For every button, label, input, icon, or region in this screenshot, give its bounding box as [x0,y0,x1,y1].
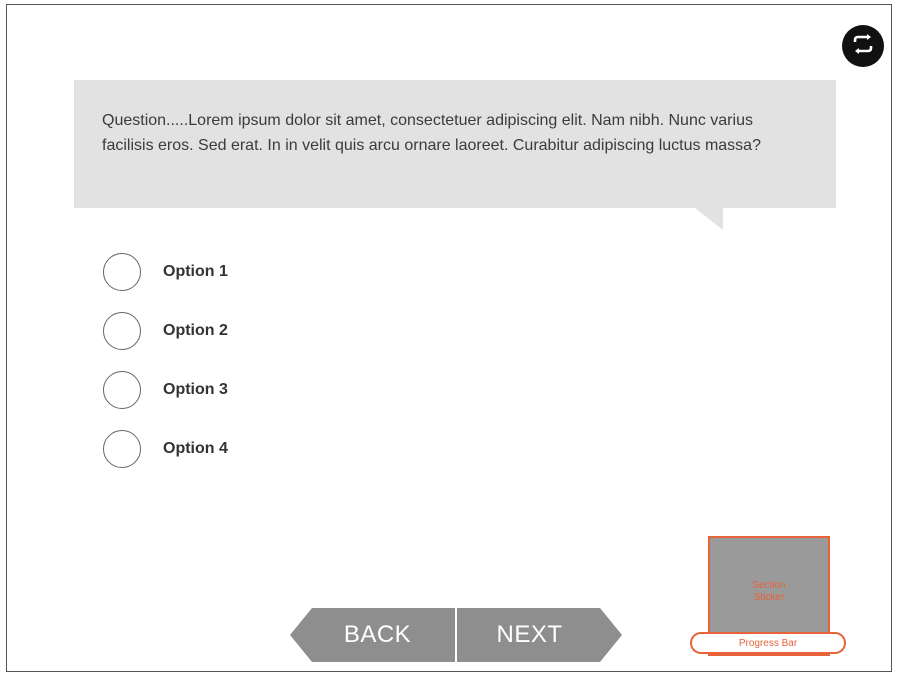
question-bubble-tail [695,208,723,230]
section-sticker-label: Section Sticker [752,580,786,603]
repeat-button[interactable] [842,25,884,67]
radio-button[interactable] [103,430,141,468]
option-label: Option 4 [163,440,228,457]
radio-button[interactable] [103,253,141,291]
option-label: Option 2 [163,322,228,339]
option-2[interactable]: Option 2 [103,310,228,352]
question-panel: Question.....Lorem ipsum dolor sit amet,… [74,80,836,208]
next-button[interactable]: NEXT [457,608,622,662]
repeat-icon [850,33,876,60]
radio-button[interactable] [103,312,141,350]
option-1[interactable]: Option 1 [103,251,228,293]
option-label: Option 3 [163,381,228,398]
radio-button[interactable] [103,371,141,409]
progress-bar: Progress Bar [690,632,846,654]
question-text: Question.....Lorem ipsum dolor sit amet,… [102,112,761,154]
option-4[interactable]: Option 4 [103,428,228,470]
option-3[interactable]: Option 3 [103,369,228,411]
back-button[interactable]: BACK [290,608,455,662]
option-label: Option 1 [163,263,228,280]
